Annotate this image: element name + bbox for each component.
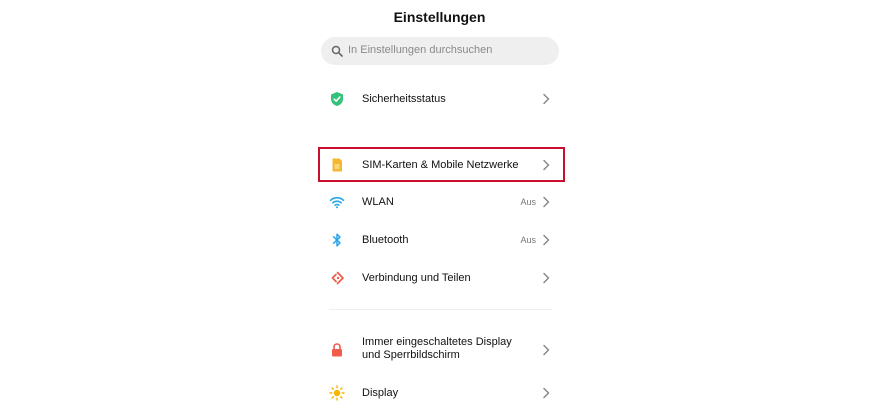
settings-item-label: WLAN (362, 196, 394, 208)
settings-item-label-line2: und Sperrbildschirm (362, 349, 460, 361)
settings-item-display[interactable]: Display (320, 376, 564, 410)
lock-icon (332, 343, 342, 357)
chevron-right-icon (543, 344, 550, 356)
settings-item-label: Bluetooth (362, 234, 409, 246)
chevron-right-icon (543, 93, 550, 105)
settings-item-security-status[interactable]: Sicherheitsstatus (320, 82, 564, 116)
settings-item-label: Sicherheitsstatus (362, 93, 446, 105)
settings-item-bluetooth[interactable]: Bluetooth Aus (320, 223, 564, 257)
wifi-icon (329, 197, 345, 209)
bluetooth-icon (332, 233, 341, 247)
page-title: Einstellungen (393, 9, 486, 25)
search-icon (331, 45, 343, 57)
settings-item-connection-sharing[interactable]: Verbindung und Teilen (320, 261, 564, 295)
chevron-right-icon (543, 196, 550, 208)
sun-icon (329, 385, 345, 401)
chevron-right-icon (543, 272, 550, 284)
status-value: Aus (520, 197, 536, 207)
chevron-right-icon (543, 387, 550, 399)
settings-item-always-on-display[interactable]: Immer eingeschaltetes Display und Sperrb… (320, 332, 564, 368)
section-divider (329, 309, 552, 310)
chevron-right-icon (543, 234, 550, 246)
status-value: Aus (520, 235, 536, 245)
settings-item-label: Immer eingeschaltetes Display (362, 336, 512, 348)
settings-item-label: Verbindung und Teilen (362, 272, 471, 284)
settings-item-label: Display (362, 387, 399, 399)
search-input[interactable]: In Einstellungen durchsuchen (321, 37, 559, 65)
shield-check-icon (331, 92, 343, 106)
settings-item-wlan[interactable]: WLAN Aus (320, 185, 564, 219)
search-placeholder: In Einstellungen durchsuchen (348, 44, 493, 56)
share-connection-icon (331, 271, 344, 285)
selection-highlight (318, 147, 565, 182)
